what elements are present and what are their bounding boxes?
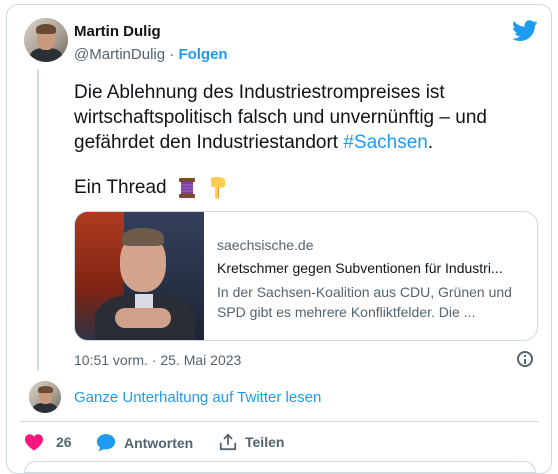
hashtag-link[interactable]: #Sachsen [343,132,428,153]
thread-label: Ein Thread [74,177,167,199]
link-description: In der Sachsen-Koalition aus CDU, Grünen… [217,284,512,320]
next-tweet-edge [24,461,536,473]
share-label: Teilen [245,434,285,450]
handle-separator: · [165,46,179,63]
author-avatar[interactable] [24,18,68,62]
thread-announcement: Ein Thread [74,176,229,200]
share-icon [219,433,237,451]
info-icon[interactable] [517,351,533,367]
author-name[interactable]: Martin Dulig [74,23,161,40]
like-count: 26 [56,434,72,450]
conversation-avatar[interactable] [29,381,61,413]
author-handle[interactable]: @MartinDulig [74,46,165,63]
link-title: Kretschmer gegen Subventionen für Indust… [217,260,503,276]
read-full-conversation-link[interactable]: Ganze Unterhaltung auf Twitter lesen [74,389,321,406]
like-button[interactable]: 26 [24,433,72,451]
heart-icon [25,434,43,451]
author-handle-row: @MartinDulig · Folgen [74,46,228,63]
tweet-timestamp[interactable]: 10:51 vorm. · 25. Mai 2023 [74,352,241,368]
follow-button[interactable]: Folgen [178,46,227,63]
thread-connector-line [37,70,39,370]
actions-divider [20,421,538,422]
share-button[interactable]: Teilen [219,433,284,451]
link-preview-card[interactable]: saechsische.de Kretschmer gegen Subventi… [74,211,538,341]
link-preview-thumbnail [75,212,204,340]
reply-label: Antworten [124,434,194,451]
reply-button[interactable]: Antworten [96,433,193,452]
reply-icon [96,434,116,451]
link-domain: saechsische.de [217,237,314,253]
spool-of-thread-icon [178,178,195,198]
pointing-down-icon [211,177,226,199]
twitter-bird-icon[interactable] [512,20,538,42]
tweet-text: Die Ablehnung des Industriestrompreises … [74,80,534,155]
tweet-text-end: . [427,132,434,153]
